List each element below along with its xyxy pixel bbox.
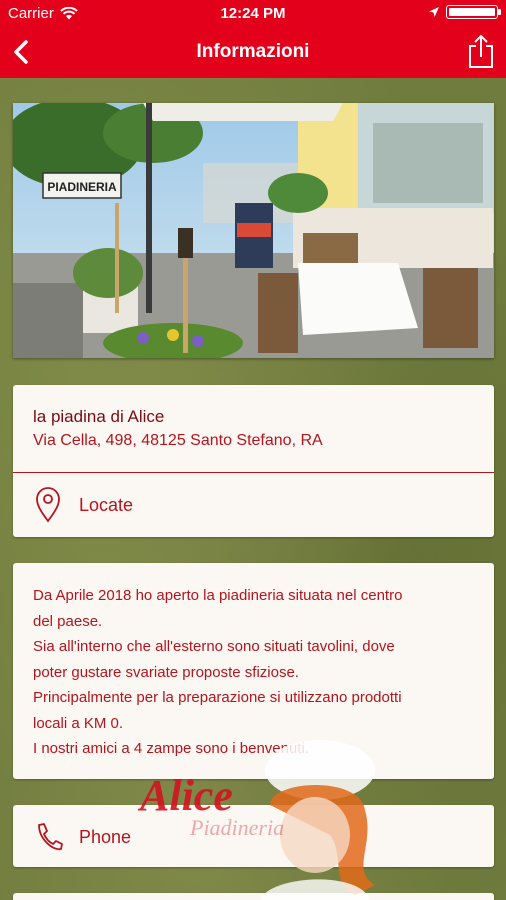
map-pin-icon xyxy=(36,487,60,523)
phone-icon xyxy=(38,823,63,851)
description-line: Da Aprile 2018 ho aperto la piadineria s… xyxy=(33,587,403,604)
piadineria-sign: PIADINERIA xyxy=(47,180,117,194)
restaurant-photo: PIADINERIA xyxy=(13,103,494,358)
phone-label: Phone xyxy=(79,827,132,847)
status-right xyxy=(428,5,501,19)
battery-icon xyxy=(446,5,501,19)
restaurant-address: Via Cella, 498, 48125 Santo Stefano, RA xyxy=(33,432,323,449)
nav-bar: Informazioni xyxy=(0,26,506,78)
description-line: Sia all'interno che all'esterno sono sit… xyxy=(33,638,395,655)
description-line: Principalmente per la preparazione si ut… xyxy=(33,689,402,706)
location-arrow-icon xyxy=(429,7,439,17)
address-card: la piadina di Alice Via Cella, 498, 4812… xyxy=(13,385,494,537)
page-title: Informazioni xyxy=(196,41,310,62)
locate-button[interactable]: Locate xyxy=(13,473,494,537)
locate-label: Locate xyxy=(79,495,134,515)
phone-button[interactable]: Phone xyxy=(13,805,494,867)
restaurant-name: la piadina di Alice xyxy=(33,407,165,426)
description-line: locali a KM 0. xyxy=(33,714,124,732)
status-bar: Carrier 12:24 PM xyxy=(0,0,506,26)
photo-illustration: PIADINERIA xyxy=(13,103,494,358)
next-card[interactable] xyxy=(13,893,494,900)
description-line: poter gustare svariate proposte sfiziose… xyxy=(33,663,299,681)
description-line: del paese. xyxy=(33,612,103,630)
description-line: I nostri amici a 4 zampe sono i benvenut… xyxy=(33,740,309,757)
description-card: Da Aprile 2018 ho aperto la piadineria s… xyxy=(13,563,494,779)
share-icon[interactable] xyxy=(466,33,496,69)
